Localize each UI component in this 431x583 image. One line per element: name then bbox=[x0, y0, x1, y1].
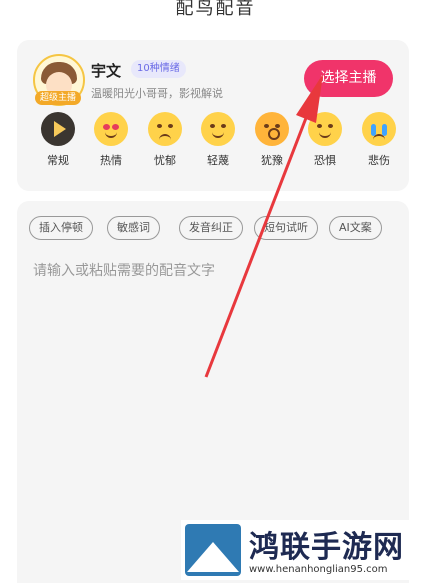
app-title: 配鸟配音 bbox=[175, 0, 256, 19]
fear-emoji-icon bbox=[308, 112, 342, 146]
watermark-logo-icon bbox=[185, 524, 241, 576]
select-anchor-button[interactable]: 选择主播 bbox=[304, 60, 393, 97]
editor-toolbar: 插入停顿 敏感词 发音纠正 短句试听 AI文案 bbox=[29, 216, 399, 240]
sensitive-words-button[interactable]: 敏感词 bbox=[107, 216, 160, 240]
short-sentence-preview-button[interactable]: 短句试听 bbox=[254, 216, 318, 240]
pronunciation-fix-button[interactable]: 发音纠正 bbox=[179, 216, 243, 240]
emotion-item-fear[interactable]: 恐惧 bbox=[301, 112, 349, 168]
super-anchor-badge: 超级主播 bbox=[35, 91, 81, 105]
watermark: 鸿联手游网 www.henanhonglian95.com bbox=[181, 520, 421, 580]
emotion-item-normal[interactable]: 常规 bbox=[34, 112, 82, 168]
emotion-label: 常规 bbox=[47, 154, 69, 167]
play-icon bbox=[41, 112, 75, 146]
emotion-item-contempt[interactable]: 轻蔑 bbox=[194, 112, 242, 168]
watermark-title: 鸿联手游网 bbox=[249, 530, 404, 565]
smirk-emoji-icon bbox=[201, 112, 235, 146]
heart-eyes-emoji-icon bbox=[94, 112, 128, 146]
thinking-emoji-icon bbox=[255, 112, 289, 146]
emotion-label: 轻蔑 bbox=[207, 154, 229, 167]
watermark-url: www.henanhonglian95.com bbox=[249, 564, 388, 575]
emotion-label: 悲伤 bbox=[368, 154, 390, 167]
emotion-count-tag: 10种情绪 bbox=[131, 60, 186, 78]
emotion-item-melancholy[interactable]: 忧郁 bbox=[141, 112, 189, 168]
sad-emoji-icon bbox=[148, 112, 182, 146]
emotion-label: 犹豫 bbox=[261, 154, 283, 167]
emotion-item-hesitate[interactable]: 犹豫 bbox=[248, 112, 296, 168]
voice-description: 温暖阳光小哥哥，影视解说 bbox=[91, 87, 223, 100]
voice-name: 宇文 bbox=[91, 62, 122, 80]
emotion-label: 热情 bbox=[100, 154, 122, 167]
emotion-item-passion[interactable]: 热情 bbox=[87, 112, 135, 168]
voice-card: 超级主播 宇文 10种情绪 温暖阳光小哥哥，影视解说 选择主播 常规 热情 忧郁… bbox=[17, 40, 409, 191]
emotion-item-sad[interactable]: 悲伤 bbox=[355, 112, 403, 168]
insert-pause-button[interactable]: 插入停顿 bbox=[29, 216, 93, 240]
emotion-list: 常规 热情 忧郁 轻蔑 犹豫 恐惧 悲伤 bbox=[34, 112, 404, 172]
crying-emoji-icon bbox=[362, 112, 396, 146]
emotion-label: 忧郁 bbox=[154, 154, 176, 167]
editor-placeholder: 请输入或粘贴需要的配音文字 bbox=[33, 263, 215, 279]
emotion-label: 恐惧 bbox=[314, 154, 336, 167]
ai-copywriting-button[interactable]: AI文案 bbox=[329, 216, 382, 240]
